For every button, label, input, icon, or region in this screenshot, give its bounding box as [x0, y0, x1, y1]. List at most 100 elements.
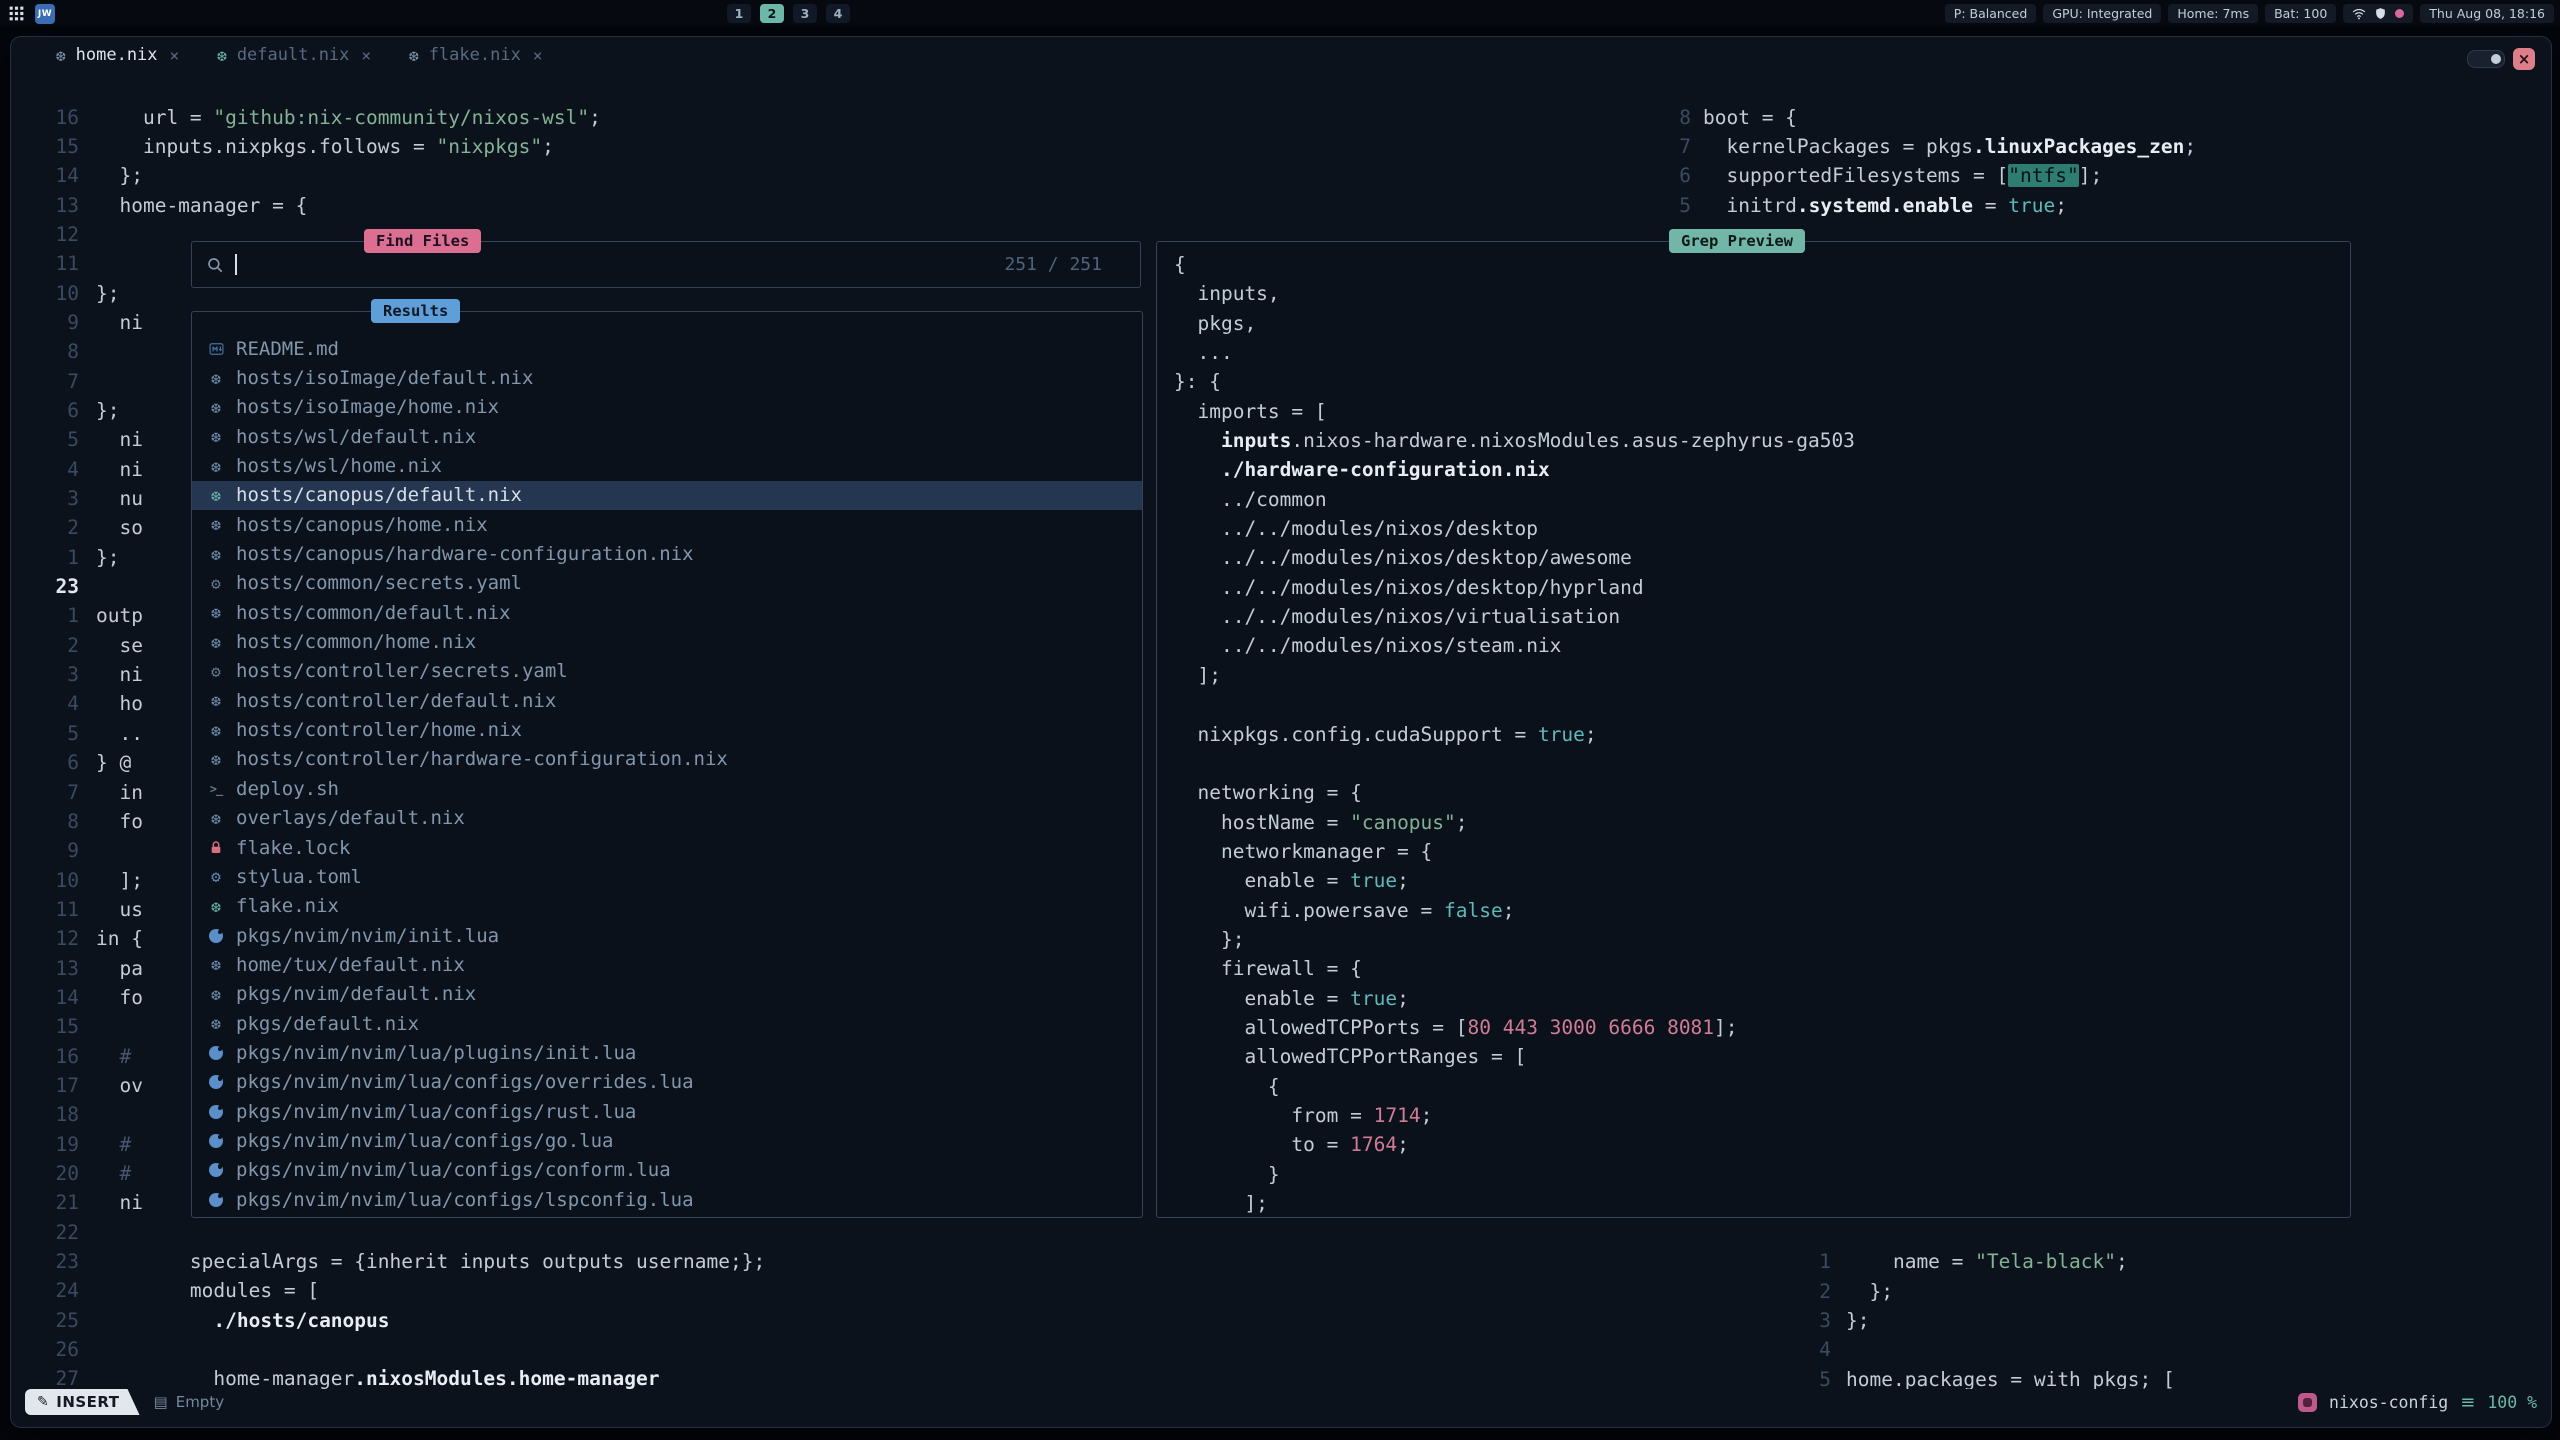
file-result[interactable]: ❆hosts/isoImage/home.nix	[192, 393, 1142, 422]
workspace-4[interactable]: 4	[826, 4, 850, 23]
line-number: 3	[11, 660, 79, 689]
tab-label: flake.nix	[429, 45, 521, 65]
file-result[interactable]: ❆hosts/controller/hardware-configuration…	[192, 745, 1142, 774]
file-result[interactable]: ❆pkgs/nvim/default.nix	[192, 980, 1142, 1009]
file-result[interactable]: ❆overlays/default.nix	[192, 804, 1142, 833]
file-result[interactable]: pkgs/nvim/nvim/init.lua	[192, 921, 1142, 950]
file-result[interactable]: ❆hosts/controller/home.nix	[192, 715, 1142, 744]
lua-file-icon	[205, 1193, 227, 1207]
file-result[interactable]: ⚙hosts/controller/secrets.yaml	[192, 657, 1142, 686]
file-result[interactable]: pkgs/nvim/nvim/lua/configs/overrides.lua	[192, 1068, 1142, 1097]
file-result[interactable]: ❆hosts/canopus/hardware-configuration.ni…	[192, 539, 1142, 568]
code-line: firewall = {	[1174, 954, 2350, 983]
line-number: 4	[11, 689, 79, 718]
file-result[interactable]: ❆hosts/isoImage/default.nix	[192, 363, 1142, 392]
status-module: Home: 7ms	[2168, 4, 2258, 23]
lua-file-icon	[205, 1075, 227, 1089]
tab-close-icon[interactable]: ×	[170, 46, 180, 65]
nix-icon: ❆	[56, 46, 66, 65]
code-line: 1 name = "Tela-black";	[1783, 1247, 2543, 1276]
workspace-1[interactable]: 1	[727, 4, 751, 23]
file-result[interactable]: ❆flake.nix	[192, 892, 1142, 921]
code-line: enable = true;	[1174, 866, 2350, 895]
record-dot-icon[interactable]	[2395, 9, 2404, 18]
line-number: 16	[11, 1042, 79, 1071]
file-result[interactable]: ❆hosts/canopus/default.nix	[192, 481, 1142, 510]
file-result[interactable]: ⚙stylua.toml	[192, 862, 1142, 891]
line-number: 9	[11, 836, 79, 865]
code-line: ../../modules/nixos/steam.nix	[1174, 631, 2350, 660]
status-module: Bat: 100	[2265, 4, 2336, 23]
file-result[interactable]: pkgs/nvim/nvim/lua/plugins/init.lua	[192, 1038, 1142, 1067]
file-result[interactable]: pkgs/nvim/nvim/lua/configs/go.lua	[192, 1126, 1142, 1155]
code-line: networking = {	[1174, 778, 2350, 807]
file-result[interactable]: ❆pkgs/default.nix	[192, 1009, 1142, 1038]
result-counter: 251 / 251	[1004, 254, 1102, 275]
line-number: 1	[1783, 1247, 1831, 1276]
wifi-icon[interactable]	[2352, 7, 2366, 21]
code-line: 3};	[1783, 1306, 2543, 1335]
user-logo-icon[interactable]: JW	[35, 4, 55, 24]
file-result[interactable]: pkgs/nvim/nvim/lua/configs/lspconfig.lua	[192, 1185, 1142, 1214]
code-line: 6 supportedFilesystems = ["ntfs"];	[1651, 161, 2551, 190]
file-result[interactable]: pkgs/nvim/nvim/lua/configs/conform.lua	[192, 1156, 1142, 1185]
file-result[interactable]: ❆hosts/controller/default.nix	[192, 686, 1142, 715]
line-number: 3	[11, 484, 79, 513]
file-result[interactable]: ❆hosts/wsl/home.nix	[192, 451, 1142, 480]
code-line: }	[1174, 1160, 2350, 1189]
file-result[interactable]: README.md	[192, 334, 1142, 363]
line-number: 1	[11, 601, 79, 630]
file-result[interactable]: ❆hosts/wsl/default.nix	[192, 422, 1142, 451]
statusline-right: nixos-config ≡ 100 %	[2298, 1392, 2537, 1413]
lock-icon	[205, 840, 227, 856]
workspace-3[interactable]: 3	[793, 4, 817, 23]
picker-title-badge: Find Files	[364, 229, 481, 253]
app-launcher-icon[interactable]	[9, 6, 24, 21]
file-result[interactable]: >_deploy.sh	[192, 774, 1142, 803]
results-title-badge: Results	[371, 299, 460, 323]
window-close-button[interactable]: ×	[2513, 48, 2535, 70]
system-tray[interactable]	[2343, 4, 2413, 23]
file-result[interactable]: ❆hosts/common/default.nix	[192, 598, 1142, 627]
tab-home-nix[interactable]: ❆home.nix×	[56, 45, 179, 65]
code-line: 8boot = {	[1651, 103, 2551, 132]
line-number: 8	[11, 807, 79, 836]
tab-close-icon[interactable]: ×	[533, 46, 543, 65]
nix-icon: ❆	[409, 46, 419, 65]
workspace-2[interactable]: 2	[760, 4, 784, 23]
tab-flake-nix[interactable]: ❆ flake.nix ×	[409, 45, 542, 65]
nix-file-icon: ❆	[205, 897, 227, 916]
file-result[interactable]: flake.lock	[192, 833, 1142, 862]
nix-file-icon: ❆	[205, 809, 227, 828]
line-number: 8	[1651, 103, 1691, 132]
line-number: 2	[11, 513, 79, 542]
lua-file-icon	[205, 1046, 227, 1060]
line-number: 4	[1783, 1335, 1831, 1364]
topbar: JW 1234 P: BalancedGPU: IntegratedHome: …	[0, 0, 2560, 27]
line-number: 5	[1651, 191, 1691, 220]
line-number: 19	[11, 1130, 79, 1159]
mode-label: INSERT	[56, 1393, 119, 1411]
tab-close-icon[interactable]: ×	[361, 46, 371, 65]
shell-file-icon: >_	[205, 782, 227, 796]
code-line: ../../modules/nixos/desktop	[1174, 514, 2350, 543]
desktop: JW 1234 P: BalancedGPU: IntegratedHome: …	[0, 0, 2560, 1440]
tab-default-nix[interactable]: ❆default.nix×	[217, 45, 371, 65]
nix-file-icon: ❆	[205, 985, 227, 1004]
line-number: 13	[11, 954, 79, 983]
file-result[interactable]: ❆hosts/canopus/home.nix	[192, 510, 1142, 539]
shield-icon[interactable]	[2374, 7, 2387, 20]
picker-prompt[interactable]: 251 / 251	[191, 241, 1141, 288]
nix-file-icon: ❆	[205, 691, 227, 710]
file-result[interactable]: ❆hosts/common/home.nix	[192, 627, 1142, 656]
nix-file-icon: ❆	[205, 369, 227, 388]
window-toggle[interactable]	[2467, 50, 2505, 68]
file-result[interactable]: ❆home/tux/default.nix	[192, 950, 1142, 979]
file-result[interactable]: pkgs/nvim/nvim/lua/configs/rust.lua	[192, 1097, 1142, 1126]
line-number: 22	[11, 1218, 79, 1247]
code-line: {	[1174, 1072, 2350, 1101]
text-cursor	[235, 254, 237, 275]
line-number: 18	[11, 1100, 79, 1129]
file-result[interactable]: ⚙hosts/common/secrets.yaml	[192, 569, 1142, 598]
code-line: imports = [	[1174, 397, 2350, 426]
